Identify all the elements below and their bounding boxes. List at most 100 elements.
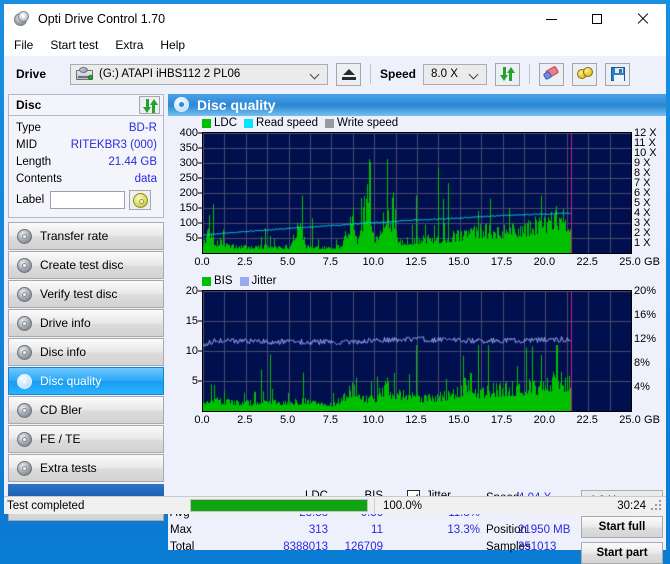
refresh-icon xyxy=(500,67,516,81)
sidebar-item-label: Disc info xyxy=(40,345,87,359)
menu-help[interactable]: Help xyxy=(160,38,185,52)
x-tick-label: 25.0 xyxy=(619,414,641,426)
minimize-button[interactable] xyxy=(528,4,574,34)
x-tick-label: 7.5 xyxy=(322,414,339,426)
sidebar-item-drive-info[interactable]: Drive info xyxy=(8,309,164,337)
menu-extra[interactable]: Extra xyxy=(115,38,143,52)
legend-swatch xyxy=(202,276,211,286)
legend-label: Write speed xyxy=(337,117,399,129)
bis-chart-legend: BIS Jitter xyxy=(202,275,283,287)
nav-list: Transfer rate Create test disc Verify te… xyxy=(8,222,164,482)
eject-button[interactable] xyxy=(336,62,361,86)
legend-label: Read speed xyxy=(256,117,319,129)
sidebar-item-cd-bler[interactable]: CD Bler xyxy=(8,396,164,424)
x-tick-label: 10.0 xyxy=(362,414,384,426)
save-button[interactable] xyxy=(605,62,631,86)
disc-panel-title: Disc xyxy=(16,98,42,112)
disc-row-mid: MID RITEKBR3 (000) xyxy=(16,136,157,153)
sidebar-item-create-test-disc[interactable]: Create test disc xyxy=(8,251,164,279)
stats-bis-max: 11 xyxy=(371,524,383,536)
disc-label-input[interactable] xyxy=(50,191,126,209)
bis-y-axis: 5 10 15 20 xyxy=(168,285,202,412)
legend-entry-read-speed: Read speed xyxy=(244,117,318,129)
ldc-y2-axis: 1 X2 X3 X4 X5 X6 X7 X8 X9 X 10 X 11 X 12 X xyxy=(634,127,666,254)
sidebar-item-label: Transfer rate xyxy=(40,229,109,243)
refresh-button[interactable] xyxy=(495,62,521,86)
y-tick-label: 15 xyxy=(185,315,198,327)
app-icon xyxy=(14,11,30,27)
disc-row-value: BD-R xyxy=(128,121,157,134)
sidebar-item-label: Drive info xyxy=(40,316,91,330)
eject-icon xyxy=(341,68,356,80)
legend-swatch xyxy=(325,118,335,128)
x-tick-label: 15.0 xyxy=(448,256,470,268)
eraser-icon xyxy=(542,65,560,81)
disc-refresh-button[interactable] xyxy=(139,96,160,114)
y2-tick-label: 12% xyxy=(634,333,657,345)
x-tick-label: 5.0 xyxy=(279,256,296,268)
ldc-chart-legend: LDC Read speed Write speed xyxy=(202,117,405,129)
start-part-button[interactable]: Start part xyxy=(581,542,663,564)
x-tick-label: 7.5 xyxy=(322,256,339,268)
speed-select[interactable]: 8.0 X xyxy=(423,63,488,85)
legend-entry-bis: BIS xyxy=(202,275,233,287)
ldc-x-axis: 0.0 2.5 5.0 7.5 10.0 12.5 15.0 17.5 20.0 22.5 25.0… xyxy=(194,256,666,270)
menu-start-test[interactable]: Start test xyxy=(50,38,98,52)
status-message: Test completed xyxy=(7,499,85,512)
chevron-down-icon xyxy=(470,70,479,79)
refresh-icon xyxy=(143,99,158,113)
x-axis-unit-label: GB xyxy=(644,256,660,268)
sidebar-item-extra-tests[interactable]: Extra tests xyxy=(8,454,164,482)
coins-button[interactable] xyxy=(572,62,598,86)
disc-quality-icon xyxy=(174,97,190,113)
erase-button[interactable] xyxy=(539,62,565,86)
disc-info-icon xyxy=(16,344,33,360)
drive-select-value: (G:) ATAPI iHBS112 2 PL06 xyxy=(99,68,241,80)
disc-row-contents: Contents data xyxy=(16,170,157,187)
sidebar-item-label: Extra tests xyxy=(40,461,97,475)
optical-drive-icon xyxy=(76,67,93,81)
minimize-icon xyxy=(545,18,557,20)
chevron-down-icon xyxy=(311,70,320,79)
legend-swatch xyxy=(202,118,211,128)
left-sidebar: Disc Type BD-R MID RITEKBR3 (000) Length… xyxy=(8,94,164,521)
start-full-button[interactable]: Start full xyxy=(581,516,663,538)
y-tick-label: 20 xyxy=(185,285,198,297)
sidebar-item-label: CD Bler xyxy=(40,403,83,417)
ldc-chart: LDC Read speed Write speed 50 100 150 200 25… xyxy=(168,116,666,274)
y2-tick-label: 20% xyxy=(634,285,657,297)
disc-row-key: MID xyxy=(16,138,38,151)
disc-fete-icon xyxy=(16,431,33,447)
close-button[interactable] xyxy=(620,4,666,34)
menu-file[interactable]: File xyxy=(14,38,33,52)
x-tick-label: 20.0 xyxy=(533,414,556,426)
resize-grip[interactable] xyxy=(651,500,663,512)
disc-label-row: Label xyxy=(16,188,157,212)
speed-label: Speed xyxy=(380,67,417,81)
disc-row-value: data xyxy=(134,172,157,185)
sidebar-item-label: Verify test disc xyxy=(40,287,118,301)
sidebar-item-transfer-rate[interactable]: Transfer rate xyxy=(8,222,164,250)
toolbar: Drive (G:) ATAPI iHBS112 2 PL06 Speed 8.… xyxy=(4,56,666,92)
disc-label-button[interactable] xyxy=(129,190,152,210)
legend-entry-ldc: LDC xyxy=(202,117,237,129)
disc-panel-header: Disc xyxy=(8,94,164,116)
window-title: Opti Drive Control 1.70 xyxy=(38,12,166,26)
maximize-icon xyxy=(592,14,602,24)
sidebar-item-disc-quality[interactable]: Disc quality xyxy=(8,367,164,395)
legend-entry-write-speed: Write speed xyxy=(325,117,398,129)
drive-select[interactable]: (G:) ATAPI iHBS112 2 PL06 xyxy=(70,63,328,85)
y-tick-label: 10 xyxy=(185,345,198,357)
sidebar-item-disc-info[interactable]: Disc info xyxy=(8,338,164,366)
maximize-button[interactable] xyxy=(574,4,620,34)
sidebar-item-verify-test-disc[interactable]: Verify test disc xyxy=(8,280,164,308)
disc-row-key: Type xyxy=(16,121,41,134)
y-tick-label: 300 xyxy=(179,157,198,169)
y2-tick-label: 16% xyxy=(634,309,657,321)
progress-bar xyxy=(190,499,368,512)
content-header: Disc quality xyxy=(168,94,666,116)
y-tick-label: 250 xyxy=(179,172,198,184)
sidebar-item-fe-te[interactable]: FE / TE xyxy=(8,425,164,453)
toolbar-divider-2 xyxy=(529,64,531,84)
disc-cdbler-icon xyxy=(16,402,33,418)
